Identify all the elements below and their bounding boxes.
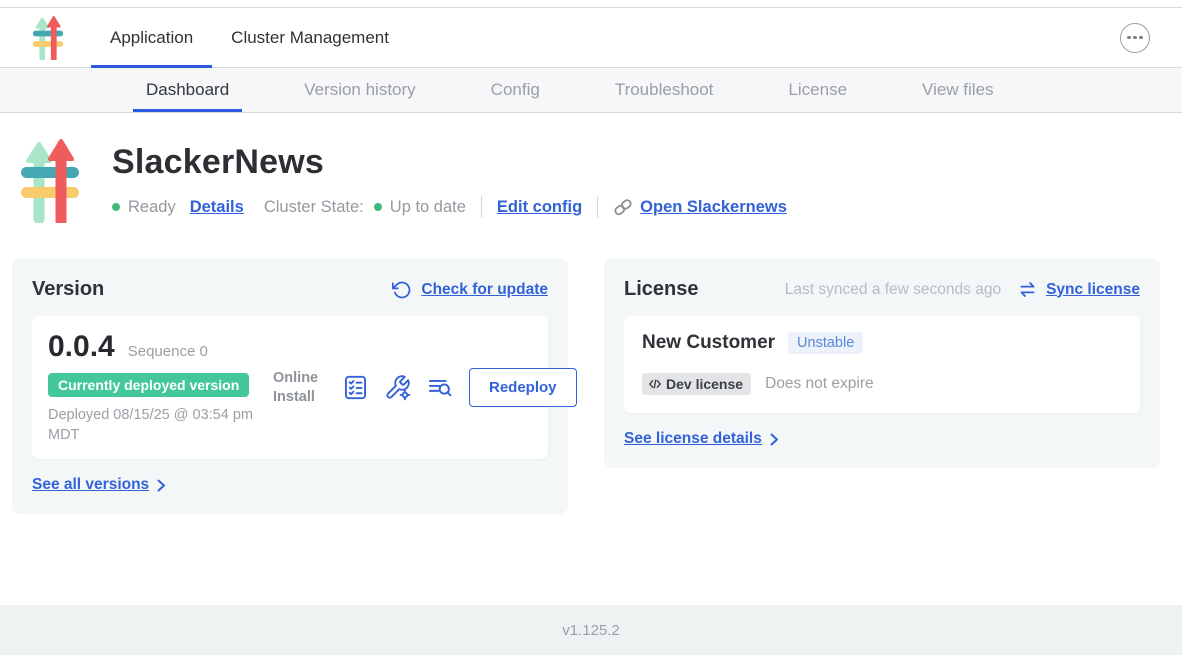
license-summary-panel: New Customer Unstable (624, 316, 1140, 413)
license-card-title: License (624, 278, 698, 301)
app-heading-text: SlackerNews Ready Details Cluster State:… (112, 139, 787, 228)
cluster-state-dot (374, 203, 382, 211)
redeploy-button[interactable]: Redeploy (469, 368, 577, 407)
subnav-tab-version-history[interactable]: Version history (291, 68, 429, 112)
details-link[interactable]: Details (190, 198, 244, 217)
sync-arrows-icon (1018, 280, 1037, 299)
chevron-right-icon (769, 432, 779, 447)
license-card-header: License Last synced a few seconds ago Sy… (624, 278, 1140, 301)
subnav-dashboard-label: Dashboard (146, 80, 229, 100)
slackernews-large-logo-icon (20, 139, 80, 228)
dashboard-cards: Version Check for update (12, 258, 1182, 514)
deployed-timestamp: Deployed 08/15/25 @ 03:54 pm MDT (48, 406, 273, 445)
see-license-details-link[interactable]: See license details (624, 430, 779, 448)
console-footer: v1.125.2 (0, 605, 1182, 655)
see-license-details-label: See license details (624, 430, 762, 448)
code-brackets-icon (648, 377, 662, 391)
sync-license-link[interactable]: Sync license (1018, 280, 1140, 299)
current-version-panel: 0.0.4 Sequence 0 Currently deployed vers… (32, 316, 548, 459)
preflight-checklist-icon[interactable] (342, 374, 369, 401)
app-heading-block: SlackerNews Ready Details Cluster State:… (20, 139, 1182, 228)
deployed-badge: Currently deployed version (48, 373, 249, 397)
subnav-version-history-label: Version history (304, 80, 416, 100)
main-header: Application Cluster Management (0, 8, 1182, 68)
admin-console-page: Application Cluster Management Dashboard… (0, 0, 1182, 655)
version-number: 0.0.4 (48, 330, 115, 364)
subnav-troubleshoot-label: Troubleshoot (615, 80, 714, 100)
subnav-tab-dashboard[interactable]: Dashboard (133, 68, 242, 112)
version-card-header: Version Check for update (32, 278, 548, 301)
license-expiry: Does not expire (765, 375, 874, 393)
ellipsis-menu-icon[interactable] (1120, 23, 1150, 53)
link-chain-icon (613, 197, 633, 217)
license-type-label: Dev license (666, 376, 743, 392)
dashboard-main: SlackerNews Ready Details Cluster State:… (0, 139, 1182, 514)
divider (481, 196, 482, 218)
tab-application[interactable]: Application (91, 8, 212, 67)
see-all-versions-label: See all versions (32, 476, 149, 494)
customer-name: New Customer (642, 332, 775, 354)
app-status-text: Ready (128, 198, 176, 217)
deploy-logs-search-icon[interactable] (426, 374, 454, 401)
version-actions: Online Install (273, 368, 579, 407)
header-tabs: Application Cluster Management (91, 8, 408, 67)
license-card: License Last synced a few seconds ago Sy… (604, 258, 1160, 468)
check-for-update-label: Check for update (421, 281, 548, 299)
console-version: v1.125.2 (562, 622, 620, 639)
sequence-label: Sequence 0 (128, 343, 208, 360)
chevron-right-icon (156, 478, 166, 493)
app-status-row: Ready Details Cluster State: Up to date … (112, 196, 787, 218)
version-info: 0.0.4 Sequence 0 Currently deployed vers… (48, 330, 273, 445)
subnav-config-label: Config (491, 80, 540, 100)
channel-badge: Unstable (788, 332, 863, 354)
header-spacer (408, 8, 1120, 67)
install-type-label: Online Install (273, 369, 327, 405)
version-card-title: Version (32, 278, 104, 301)
see-all-versions-link[interactable]: See all versions (32, 476, 166, 494)
subnav-tab-license[interactable]: License (775, 68, 860, 112)
tab-application-label: Application (110, 28, 193, 48)
version-card: Version Check for update (12, 258, 568, 514)
top-hairline (0, 0, 1182, 8)
cluster-state-label: Cluster State: (264, 198, 364, 217)
refresh-icon (392, 280, 412, 300)
slackernews-logo-icon (30, 16, 66, 60)
subnav-tab-troubleshoot[interactable]: Troubleshoot (602, 68, 727, 112)
cluster-state-value: Up to date (390, 198, 466, 217)
subnav-tab-view-files[interactable]: View files (909, 68, 1007, 112)
subnav-view-files-label: View files (922, 80, 994, 100)
sync-license-label: Sync license (1046, 281, 1140, 299)
subnav-license-label: License (788, 80, 847, 100)
open-app-link[interactable]: Open Slackernews (640, 198, 787, 217)
subnav-tab-config[interactable]: Config (478, 68, 553, 112)
config-wrench-gear-icon[interactable] (384, 374, 411, 401)
app-subnav: Dashboard Version history Config Trouble… (0, 68, 1182, 113)
check-for-update-link[interactable]: Check for update (392, 280, 548, 300)
tab-cluster-management[interactable]: Cluster Management (212, 8, 408, 67)
page-title: SlackerNews (112, 143, 787, 182)
last-synced-text: Last synced a few seconds ago (785, 281, 1001, 299)
license-type-tag: Dev license (642, 373, 751, 395)
tab-cluster-management-label: Cluster Management (231, 28, 389, 48)
edit-config-link[interactable]: Edit config (497, 198, 582, 217)
app-status-dot (112, 203, 120, 211)
divider (597, 196, 598, 218)
